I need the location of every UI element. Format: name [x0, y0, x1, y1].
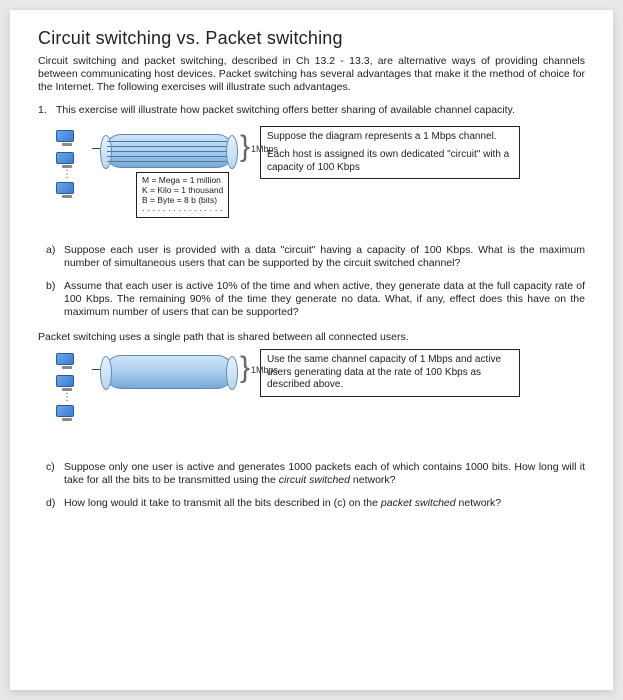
intro-paragraph: Circuit switching and packet switching, …	[38, 55, 585, 94]
emphasis: packet switched	[381, 497, 456, 509]
legend-row: B = Byte = 8 b (bits)	[142, 195, 223, 205]
channel-cylinder-icon	[104, 134, 234, 168]
exercise-number: 1.	[38, 104, 56, 117]
emphasis: circuit switched	[279, 474, 350, 486]
unit-legend-box: M = Mega = 1 million K = Kilo = 1 thousa…	[136, 172, 229, 219]
diagram-circuit-switching: ⋮ } 1Mbps M = Mega = 1 million K = Kilo …	[56, 126, 585, 200]
rate-label: 1Mbps	[251, 365, 278, 375]
caption-line: Each host is assigned its own dedicated …	[267, 149, 513, 174]
host-icon	[56, 152, 78, 170]
diagram-packet-switching: ⋮ } 1Mbps Use the same channel capacity …	[56, 349, 585, 423]
question-label: c)	[46, 461, 64, 487]
question-text: Suppose only one user is active and gene…	[64, 461, 585, 487]
channel-cylinder-icon	[104, 355, 234, 389]
question-text: Suppose each user is provided with a dat…	[64, 244, 585, 270]
host-icon	[56, 353, 78, 371]
question-a: a) Suppose each user is provided with a …	[46, 244, 585, 270]
legend-row: K = Kilo = 1 thousand	[142, 185, 223, 195]
question-text: How long would it take to transmit all t…	[64, 497, 585, 510]
channel-graphic: } 1Mbps	[84, 349, 254, 401]
question-label: b)	[46, 280, 64, 319]
question-label: d)	[46, 497, 64, 510]
ellipsis-icon: ⋮	[62, 172, 78, 178]
exercise-1: 1. This exercise will illustrate how pac…	[38, 104, 585, 117]
exercise-text: This exercise will illustrate how packet…	[56, 104, 585, 117]
question-label: a)	[46, 244, 64, 270]
text-span: How long would it take to transmit all t…	[64, 497, 381, 509]
diagram-caption-box: Use the same channel capacity of 1 Mbps …	[260, 349, 520, 397]
host-icon	[56, 405, 78, 423]
host-column: ⋮	[56, 349, 78, 423]
channel-graphic: } 1Mbps M = Mega = 1 million K = Kilo = …	[84, 126, 254, 196]
document-page: Circuit switching vs. Packet switching C…	[10, 10, 613, 690]
brace-icon: }	[240, 132, 250, 162]
text-span: network?	[456, 497, 502, 509]
question-b: b) Assume that each user is active 10% o…	[46, 280, 585, 319]
question-d: d) How long would it take to transmit al…	[46, 497, 585, 510]
legend-row: M = Mega = 1 million	[142, 175, 223, 185]
host-icon	[56, 182, 78, 200]
legend-dots: · · · · · · · · · · · · · · · ·	[142, 205, 223, 215]
question-c: c) Suppose only one user is active and g…	[46, 461, 585, 487]
caption-line: Suppose the diagram represents a 1 Mbps …	[267, 131, 513, 144]
host-column: ⋮	[56, 126, 78, 200]
host-icon	[56, 375, 78, 393]
text-span: network?	[350, 474, 396, 486]
rate-label: 1Mbps	[251, 144, 278, 154]
host-icon	[56, 130, 78, 148]
mid-paragraph: Packet switching uses a single path that…	[38, 331, 585, 343]
diagram-caption-box: Suppose the diagram represents a 1 Mbps …	[260, 126, 520, 180]
ellipsis-icon: ⋮	[62, 395, 78, 401]
question-text: Assume that each user is active 10% of t…	[64, 280, 585, 319]
brace-icon: }	[240, 353, 250, 383]
caption-line: Use the same channel capacity of 1 Mbps …	[267, 354, 513, 392]
page-title: Circuit switching vs. Packet switching	[38, 28, 585, 49]
